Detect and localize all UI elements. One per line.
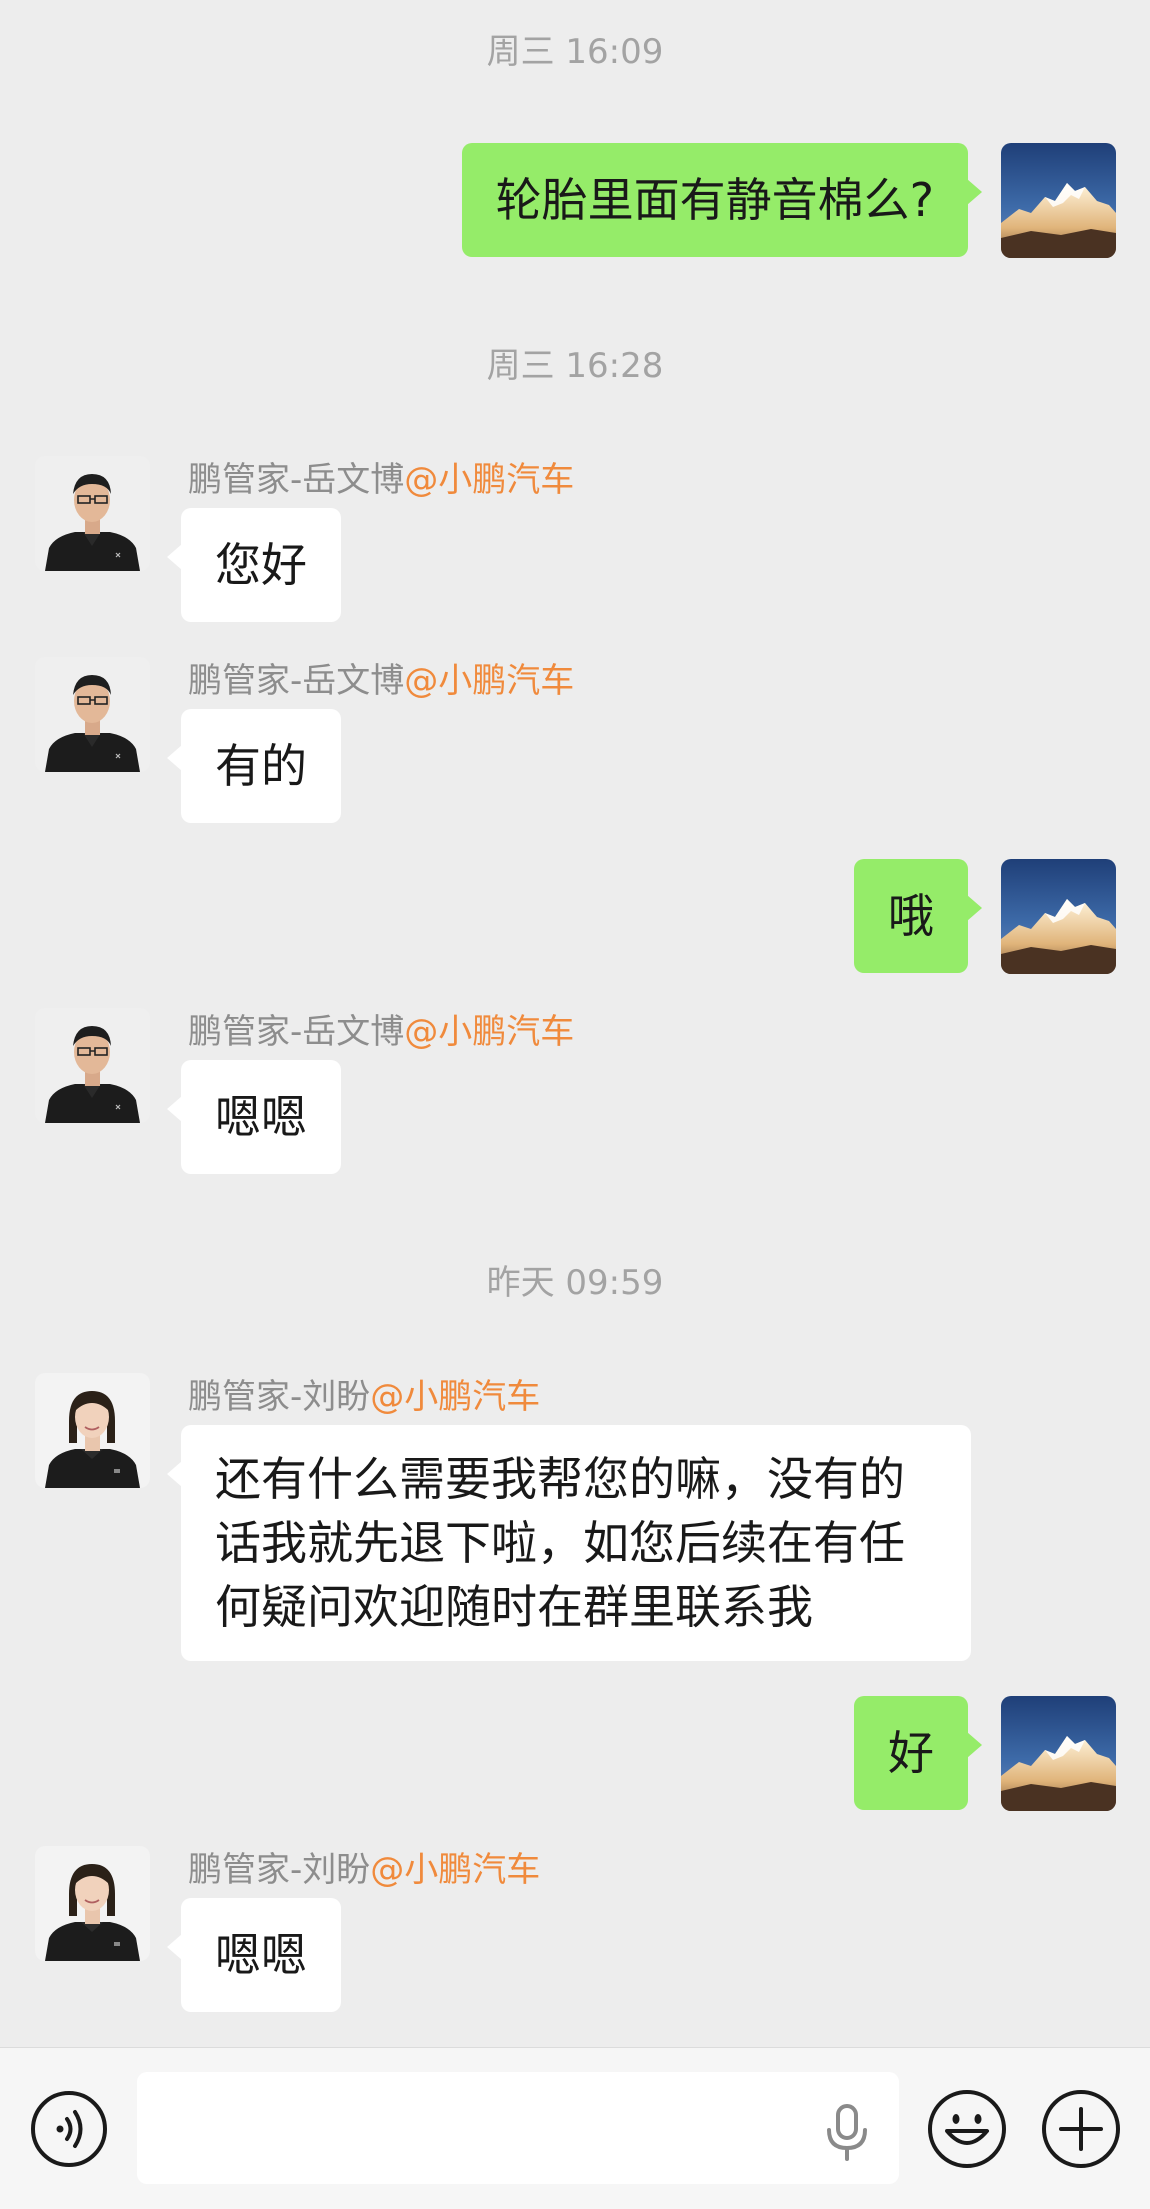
- my-avatar[interactable]: [1001, 859, 1116, 974]
- incoming-message-bubble[interactable]: 还有什么需要我帮您的嘛，没有的 话我就先退下啦，如您后续在有任 何疑问欢迎随时在…: [167, 1425, 971, 1661]
- plus-icon[interactable]: [1041, 2089, 1121, 2173]
- message-text: 好: [888, 1726, 934, 1780]
- agent-avatar-yue[interactable]: [35, 1008, 150, 1123]
- microphone-icon[interactable]: [822, 2104, 872, 2166]
- sender-name[interactable]: 鹏管家-岳文博@小鹏汽车: [188, 661, 574, 701]
- emoji-icon[interactable]: [927, 2089, 1007, 2173]
- sender-org: @小鹏汽车: [404, 661, 575, 701]
- message-text: 还有什么需要我帮您的嘛，没有的 话我就先退下啦，如您后续在有任 何疑问欢迎随时在…: [215, 1452, 905, 1634]
- mountain-avatar-image: [1001, 1696, 1116, 1811]
- message-input[interactable]: [137, 2072, 899, 2184]
- sender-display-name: 鹏管家-岳文博: [188, 1012, 405, 1052]
- sender-org: @小鹏汽车: [404, 460, 575, 500]
- message-text: 嗯嗯: [215, 1928, 307, 1982]
- outgoing-message-bubble[interactable]: 轮胎里面有静音棉么?: [461, 143, 983, 257]
- mountain-avatar-image: [1001, 859, 1116, 974]
- sender-display-name: 鹏管家-刘盼: [188, 1850, 371, 1890]
- sender-display-name: 鹏管家-岳文博: [188, 460, 405, 500]
- message-text: 有的: [215, 739, 307, 793]
- sender-org: @小鹏汽车: [404, 1012, 575, 1052]
- sender-display-name: 鹏管家-岳文博: [188, 661, 405, 701]
- sender-name[interactable]: 鹏管家-刘盼@小鹏汽车: [188, 1377, 540, 1417]
- sender-org: @小鹏汽车: [370, 1377, 541, 1417]
- incoming-message-bubble[interactable]: 有的: [167, 709, 341, 823]
- outgoing-message-bubble[interactable]: 哦: [854, 859, 982, 973]
- agent-avatar-yue[interactable]: [35, 657, 150, 772]
- timestamp: 周三 16:09: [486, 32, 664, 72]
- sender-display-name: 鹏管家-刘盼: [188, 1377, 371, 1417]
- woman-avatar-image: [35, 1846, 150, 1961]
- message-text: 轮胎里面有静音棉么?: [495, 173, 934, 227]
- my-avatar[interactable]: [1001, 143, 1116, 258]
- my-avatar[interactable]: [1001, 1696, 1116, 1811]
- sender-name[interactable]: 鹏管家-岳文博@小鹏汽车: [188, 460, 574, 500]
- chat-screen: 周三 16:09 轮胎里面有静音棉么? 周三 16:28 鹏管家-岳文博@小鹏汽…: [0, 0, 1150, 2209]
- incoming-message-bubble[interactable]: 嗯嗯: [167, 1060, 341, 1174]
- man-avatar-image: [35, 456, 150, 571]
- outgoing-message-bubble[interactable]: 好: [854, 1696, 982, 1810]
- voice-icon[interactable]: [30, 2090, 108, 2172]
- man-avatar-image: [35, 1008, 150, 1123]
- message-text: 哦: [888, 889, 934, 943]
- man-avatar-image: [35, 657, 150, 772]
- sender-name[interactable]: 鹏管家-刘盼@小鹏汽车: [188, 1850, 540, 1890]
- input-bar: [0, 2047, 1150, 2209]
- timestamp: 周三 16:28: [486, 346, 664, 386]
- agent-avatar-yue[interactable]: [35, 456, 150, 571]
- incoming-message-bubble[interactable]: 您好: [167, 508, 341, 622]
- sender-org: @小鹏汽车: [370, 1850, 541, 1890]
- woman-avatar-image: [35, 1373, 150, 1488]
- mountain-avatar-image: [1001, 143, 1116, 258]
- message-text: 嗯嗯: [215, 1090, 307, 1144]
- agent-avatar-liu[interactable]: [35, 1373, 150, 1488]
- timestamp: 昨天 09:59: [486, 1263, 664, 1303]
- agent-avatar-liu[interactable]: [35, 1846, 150, 1961]
- sender-name[interactable]: 鹏管家-岳文博@小鹏汽车: [188, 1012, 574, 1052]
- incoming-message-bubble[interactable]: 嗯嗯: [167, 1898, 341, 2012]
- message-text: 您好: [215, 538, 307, 592]
